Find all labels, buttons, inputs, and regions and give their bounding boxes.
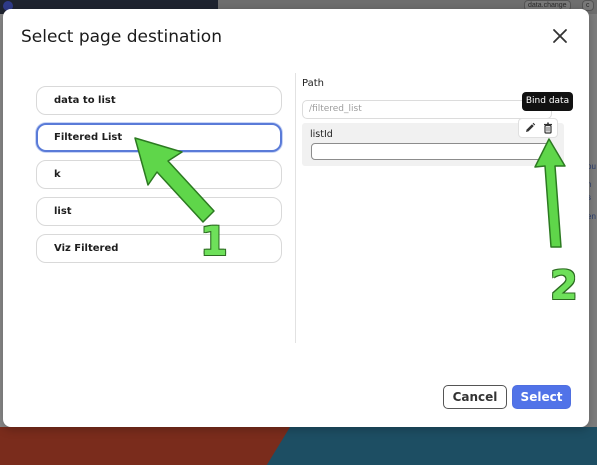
- annotation-number-1: 1: [200, 219, 228, 265]
- annotation-arrows: [134, 137, 566, 248]
- annotation-arrow-1: [134, 137, 215, 223]
- annotation-number-2: 2: [550, 263, 578, 309]
- annotation-arrow-2: [534, 138, 566, 248]
